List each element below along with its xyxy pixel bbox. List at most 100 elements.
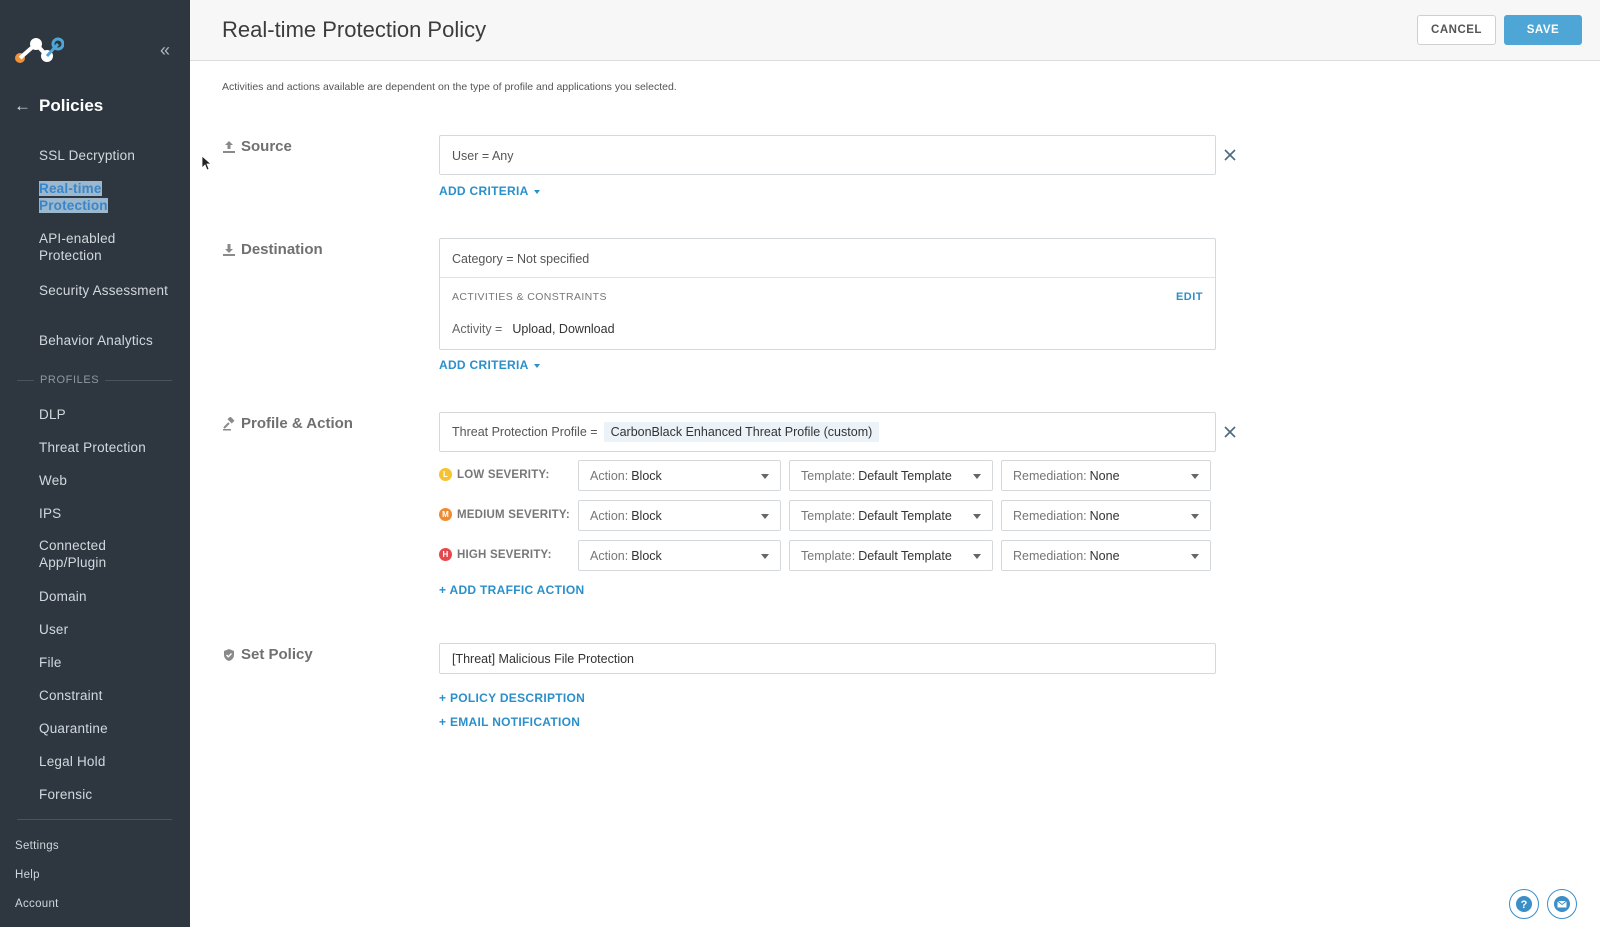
save-button[interactable]: SAVE [1504,15,1582,45]
sidebar-item-label: Legal Hold [39,754,106,769]
sidebar-item-label: DLP [39,407,66,422]
sidebar-item-label: Threat Protection [39,440,146,455]
sidebar-item-connected-app-plugin[interactable]: Connected App/Plugin [39,537,129,571]
template-value: Default Template [858,548,952,563]
remove-source-close-icon[interactable] [1223,148,1237,162]
upload-icon [223,140,235,153]
sidebar-item-file[interactable]: File [39,654,179,671]
sidebar-item-web[interactable]: Web [39,472,179,489]
sidebar-item-ssl-decryption[interactable]: SSL Decryption [39,147,179,164]
intro-text: Activities and actions available are dep… [222,81,677,93]
profile-box[interactable]: Threat Protection Profile = CarbonBlack … [439,412,1216,452]
action-select[interactable]: Action: Block [578,460,781,491]
action-select[interactable]: Action: Block [578,500,781,531]
template-value: Default Template [858,468,952,483]
sidebar-item-label: SSL Decryption [39,148,136,163]
source-add-criteria-link[interactable]: ADD CRITERIA [439,184,540,198]
remove-profile-close-icon[interactable] [1223,425,1237,439]
severity-row-low: L LOW SEVERITY: Action: Block Template: De… [439,460,1219,491]
template-select[interactable]: Template: Default Template [789,500,993,531]
add-traffic-action-link[interactable]: + ADD TRAFFIC ACTION [439,583,584,597]
profiles-section-label: PROFILES [17,374,172,386]
severity-label-text: LOW SEVERITY: [457,468,550,481]
caret-down-icon [533,189,540,194]
sidebar-item-behavior-analytics[interactable]: Behavior Analytics [39,332,179,349]
sidebar-item-threat-protection[interactable]: Threat Protection [39,439,179,456]
sidebar-item-label: IPS [39,506,62,521]
medium-severity-badge-icon: M [439,508,452,521]
sidebar-item-label: Security Assessment [39,283,169,298]
severity-row-high: H HIGH SEVERITY: Action: Block Template: D… [439,540,1219,571]
severity-label-text: MEDIUM SEVERITY: [457,508,570,521]
source-section-label: Source [222,138,292,155]
sidebar-footer-settings[interactable]: Settings [15,840,59,852]
action-select[interactable]: Action: Block [578,540,781,571]
policy-description-link[interactable]: + POLICY DESCRIPTION [439,691,585,705]
template-select[interactable]: Template: Default Template [789,540,993,571]
sidebar-item-security-assessment[interactable]: Security Assessment [39,282,179,299]
activity-key: Activity = [452,322,503,336]
severity-row-medium: M MEDIUM SEVERITY: Action: Block Template… [439,500,1219,531]
sidebar-item-ips[interactable]: IPS [39,505,179,522]
policy-name-input[interactable] [439,643,1216,674]
profile-tag[interactable]: CarbonBlack Enhanced Threat Profile (cus… [603,422,880,442]
dropdown-arrow-icon [761,474,769,479]
sidebar-item-label: User [39,622,69,637]
dropdown-arrow-icon [1191,474,1199,479]
sidebar-item-user[interactable]: User [39,621,179,638]
sidebar-item-label: Web [39,473,68,488]
sidebar-item-label: Behavior Analytics [39,333,153,348]
shield-check-icon [224,648,234,661]
activity-row: Activity = Upload, Download [452,322,615,336]
sidebar-item-legal-hold[interactable]: Legal Hold [39,753,179,770]
remediation-value: None [1089,508,1120,523]
remediation-select[interactable]: Remediation: None [1001,460,1211,491]
page-title: Real-time Protection Policy [222,17,487,42]
activities-edit-link[interactable]: EDIT [1176,291,1203,303]
message-button[interactable] [1547,889,1577,919]
severity-label: L LOW SEVERITY: [439,468,549,481]
set-policy-section-label: Set Policy [222,646,313,663]
sidebar-item-real-time-protection[interactable]: Real-time Protection [39,180,111,214]
download-icon [223,243,235,256]
sidebar-item-constraint[interactable]: Constraint [39,687,179,704]
sidebar-item-api-enabled-protection[interactable]: API-enabled Protection [39,230,179,264]
collapse-sidebar-icon[interactable]: « [160,40,170,61]
source-criteria-value: User = Any [452,149,514,163]
source-criteria-box[interactable]: User = Any [439,135,1216,175]
profile-key: Threat Protection Profile = [452,425,598,439]
remediation-select[interactable]: Remediation: None [1001,500,1211,531]
action-key: Action: [590,508,629,523]
sidebar-item-label: Constraint [39,688,103,703]
template-key: Template: [801,468,856,483]
sidebar-title[interactable]: ← Policies [14,96,103,116]
sidebar-item-label: Domain [39,589,87,604]
app-logo-icon[interactable] [14,34,64,64]
mail-icon [1554,896,1570,912]
low-severity-badge-icon: L [439,468,452,481]
cancel-button[interactable]: CANCEL [1417,15,1496,45]
destination-add-criteria-link[interactable]: ADD CRITERIA [439,358,540,372]
destination-criteria-value[interactable]: Category = Not specified [452,252,589,266]
sidebar-footer-help[interactable]: Help [15,869,40,881]
sidebar-item-dlp[interactable]: DLP [39,406,179,423]
set-policy-label: Set Policy [241,646,313,663]
remediation-key: Remediation: [1013,548,1087,563]
destination-divider [440,277,1215,278]
back-arrow-icon[interactable]: ← [14,96,31,116]
sidebar-item-quarantine[interactable]: Quarantine [39,720,179,737]
help-icon: ? [1516,896,1532,912]
template-key: Template: [801,548,856,563]
action-key: Action: [590,548,629,563]
sidebar-footer-account[interactable]: Account [15,898,59,910]
help-button[interactable]: ? [1509,889,1539,919]
svg-text:?: ? [1521,899,1528,911]
dropdown-arrow-icon [761,514,769,519]
gavel-icon [223,416,235,430]
sidebar-item-forensic[interactable]: Forensic [39,786,179,803]
email-notification-link[interactable]: + EMAIL NOTIFICATION [439,715,580,729]
template-select[interactable]: Template: Default Template [789,460,993,491]
sidebar-item-domain[interactable]: Domain [39,588,179,605]
remediation-select[interactable]: Remediation: None [1001,540,1211,571]
sidebar-item-label: Connected App/Plugin [39,538,107,570]
